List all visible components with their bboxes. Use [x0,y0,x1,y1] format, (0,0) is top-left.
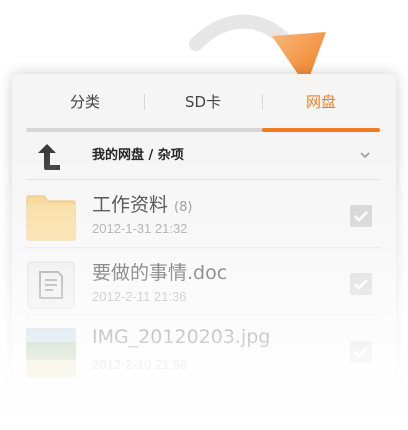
file-name: 要做的事情.doc [92,262,228,284]
chevron-down-icon[interactable] [358,148,372,162]
breadcrumb-path: 我的网盘 / 杂项 [92,148,184,163]
file-name: 工作资料 (8) [92,194,193,216]
file-date: 2012-2-10 21:58 [92,357,188,372]
tab-cloud-drive[interactable]: 网盘 [262,74,380,130]
file-browser-panel: 分类 SD卡 网盘 我的网盘 / 杂项 工作资料 (8) 2012-1-31 21… [12,74,396,430]
file-row[interactable]: 要做的事情.doc 2012-2-11 21:36 [12,248,396,316]
file-date: 2012-2-11 21:36 [92,289,187,304]
file-row[interactable]: IMG_20120203.jpg 2012-2-10 21:58 [12,316,396,384]
document-icon [27,261,75,309]
breadcrumb: 我的网盘 / 杂项 [12,132,396,180]
checkbox[interactable] [350,341,372,363]
folder-icon [26,195,76,241]
file-count: (8) [174,200,193,215]
checkbox[interactable] [350,273,372,295]
file-date: 2012-1-31 21:32 [92,221,188,236]
tab-sd-card[interactable]: SD卡 [144,74,262,130]
tab-category[interactable]: 分类 [26,74,144,130]
image-thumbnail [26,328,76,378]
file-row[interactable]: 工作资料 (8) 2012-1-31 21:32 [12,180,396,248]
tab-bar: 分类 SD卡 网盘 [12,74,396,132]
back-up-icon[interactable] [34,142,66,172]
file-name: IMG_20120203.jpg [92,326,271,348]
checkbox[interactable] [350,205,372,227]
